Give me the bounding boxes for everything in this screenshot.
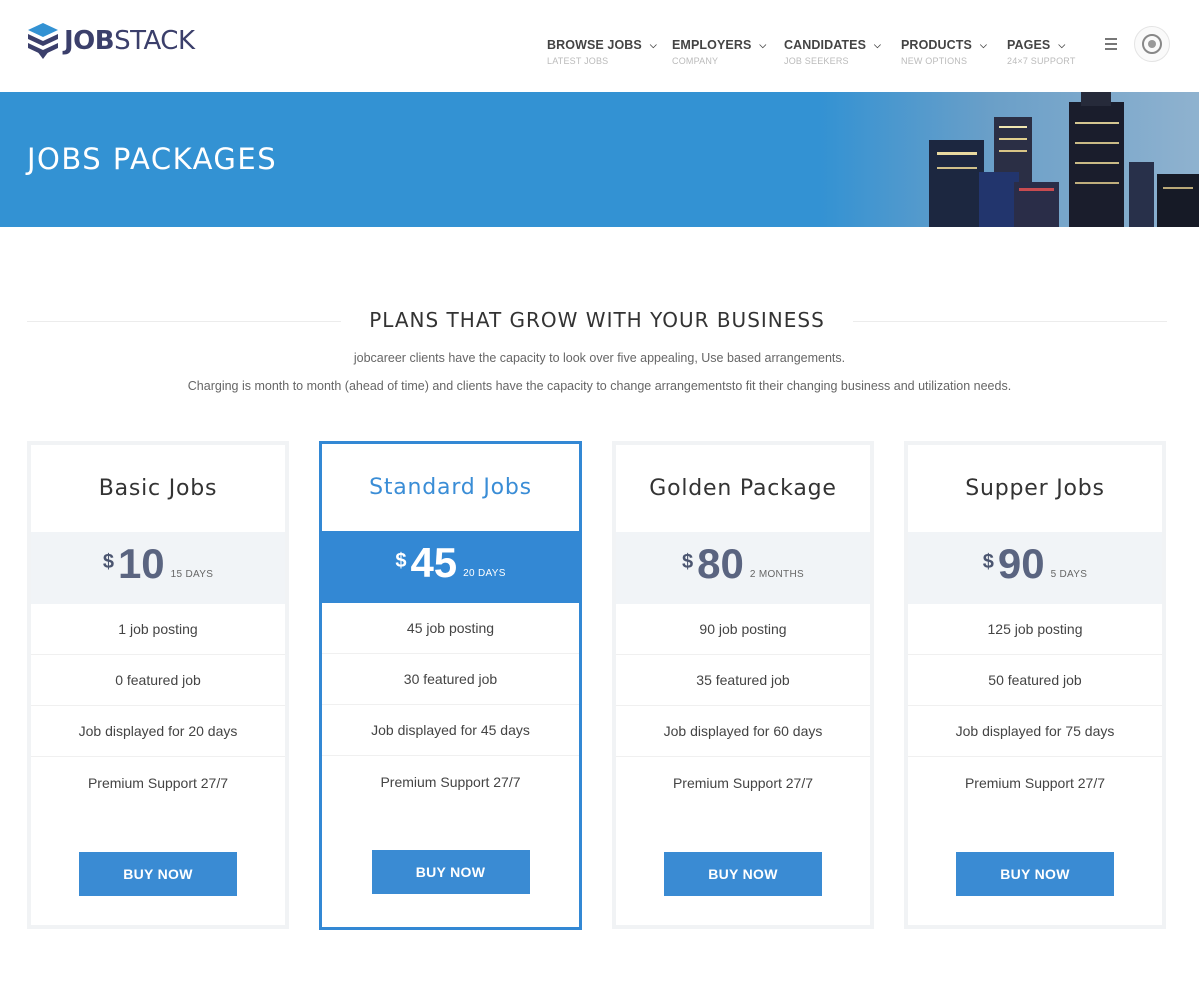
section-description: jobcareer clients have the capacity to l… [353, 351, 846, 365]
chevron-down-icon: ⌵ [649, 40, 657, 50]
currency-symbol: $ [102, 551, 114, 573]
buy-now-button[interactable]: BUY NOW [371, 850, 530, 894]
feature-item: 50 featured job [908, 655, 1162, 706]
feature-item: Premium Support 27/7 [672, 774, 814, 791]
pricing-card-standard: Standard Jobs $ 45 20 DAYS 45 job postin… [319, 441, 582, 930]
plan-title: Basic Jobs [98, 476, 218, 501]
price-amount: 90 [997, 540, 1045, 587]
price-period: 5 DAYS [1050, 569, 1088, 580]
plan-title: Golden Package [649, 476, 837, 501]
feature-item: Premium Support 27/7 [87, 774, 229, 791]
page-banner: JOBS PACKAGES [0, 92, 1199, 227]
user-avatar[interactable] [1134, 26, 1170, 62]
feature-list: 125 job posting 50 featured job Job disp… [908, 604, 1162, 808]
feature-item: Job displayed for 45 days [322, 705, 579, 756]
currency-symbol: $ [395, 550, 407, 572]
nav-subtitle: NEW OPTIONS [901, 56, 968, 66]
plan-price: $ 90 5 DAYS [908, 532, 1162, 604]
pricing-card-supper: Supper Jobs $ 90 5 DAYS 125 job posting … [904, 441, 1166, 929]
feature-item: Job displayed for 60 days [616, 706, 870, 757]
site-logo[interactable]: JOBSTACK [26, 20, 195, 62]
buy-now-button[interactable]: BUY NOW [664, 852, 822, 896]
feature-item: 0 featured job [31, 655, 285, 706]
feature-item: Premium Support 27/7 [380, 773, 521, 790]
price-period: 2 MONTHS [749, 569, 804, 580]
pricing-card-basic: Basic Jobs $ 10 15 DAYS 1 job posting 0 … [27, 441, 289, 929]
chevron-down-icon: ⌵ [874, 40, 881, 50]
plan-title: Standard Jobs [369, 475, 532, 500]
currency-symbol: $ [682, 551, 694, 573]
feature-item: 45 job posting [322, 603, 579, 654]
brand-name: JOBSTACK [64, 26, 195, 56]
buy-now-button[interactable]: BUY NOW [956, 852, 1114, 896]
feature-list: 1 job posting 0 featured job Job display… [31, 604, 285, 808]
chevron-down-icon: ⌵ [1058, 40, 1066, 50]
city-skyline-image [819, 92, 1199, 227]
feature-list: 45 job posting 30 featured job Job displ… [322, 603, 579, 807]
nav-employers[interactable]: EMPLOYERS ⌵ COMPANY [672, 38, 766, 66]
plan-price: $ 45 20 DAYS [322, 531, 579, 603]
section-heading: PLANS THAT GROW WITH YOUR BUSINESS [27, 308, 1167, 334]
currency-symbol: $ [982, 551, 994, 573]
section-title: PLANS THAT GROW WITH YOUR BUSINESS [27, 308, 1167, 332]
page-title: JOBS PACKAGES [27, 142, 278, 176]
nav-subtitle: JOB SEEKERS [784, 56, 849, 66]
feature-item: 35 featured job [616, 655, 870, 706]
price-amount: 80 [697, 540, 744, 587]
nav-subtitle: 24×7 SUPPORT [1007, 56, 1076, 66]
menu-icon[interactable] [1105, 38, 1117, 50]
pricing-card-golden: Golden Package $ 80 2 MONTHS 90 job post… [612, 441, 874, 929]
stacked-layers-logo-icon [28, 23, 58, 59]
chevron-down-icon: ⌵ [979, 40, 987, 50]
nav-pages[interactable]: PAGES ⌵ 24×7 SUPPORT [1007, 38, 1076, 66]
feature-item: 30 featured job [322, 654, 579, 705]
price-period: 20 DAYS [463, 568, 506, 579]
feature-list: 90 job posting 35 featured job Job displ… [616, 604, 870, 808]
plan-price: $ 10 15 DAYS [31, 532, 285, 604]
user-icon [1142, 34, 1162, 54]
feature-item: Job displayed for 20 days [31, 706, 285, 757]
nav-subtitle: LATEST JOBS [547, 56, 609, 66]
nav-subtitle: COMPANY [672, 56, 719, 66]
site-header: JOBSTACK BROWSE JOBS ⌵ LATEST JOBS EMPLOY… [0, 0, 1199, 92]
nav-products[interactable]: PRODUCTS ⌵ NEW OPTIONS [901, 38, 987, 66]
price-period: 15 DAYS [170, 569, 214, 580]
feature-item: Job displayed for 75 days [908, 706, 1162, 757]
plan-price: $ 80 2 MONTHS [616, 532, 870, 604]
feature-item: 1 job posting [31, 604, 285, 655]
feature-item: 90 job posting [616, 604, 870, 655]
price-amount: 10 [117, 540, 165, 587]
chevron-down-icon: ⌵ [759, 40, 767, 50]
buy-now-button[interactable]: BUY NOW [79, 852, 237, 896]
nav-candidates[interactable]: CANDIDATES ⌵ JOB SEEKERS [784, 38, 881, 66]
feature-item: 125 job posting [908, 604, 1162, 655]
price-amount: 45 [410, 539, 458, 586]
section-description: Charging is month to month (ahead of tim… [187, 379, 1012, 393]
feature-item: Premium Support 27/7 [964, 774, 1106, 791]
plan-title: Supper Jobs [965, 476, 1105, 501]
nav-browse-jobs[interactable]: BROWSE JOBS ⌵ LATEST JOBS [547, 38, 657, 66]
